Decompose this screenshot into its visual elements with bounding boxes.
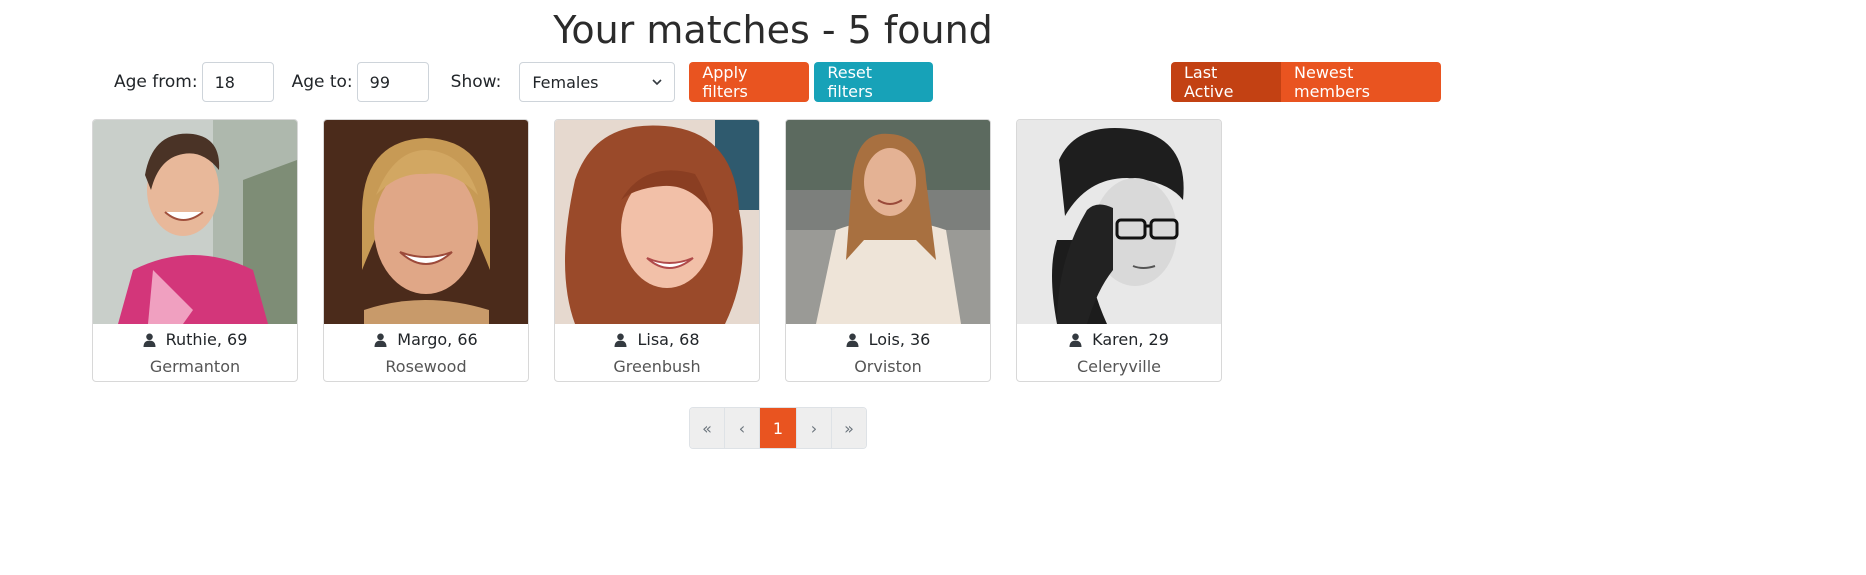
match-city: Celeryville bbox=[1077, 357, 1161, 376]
user-icon bbox=[143, 333, 156, 347]
pagination-last[interactable]: » bbox=[832, 408, 866, 448]
show-select-value: Females bbox=[532, 72, 599, 92]
sort-newest-members-button[interactable]: Newest members bbox=[1281, 62, 1441, 102]
match-name: Margo, 66 bbox=[397, 330, 478, 349]
pagination: « ‹ 1 › » bbox=[689, 407, 867, 449]
profile-photo bbox=[93, 120, 297, 324]
pagination-prev[interactable]: ‹ bbox=[725, 408, 760, 448]
profile-photo bbox=[324, 120, 528, 324]
matches-list: Ruthie, 69 Germanton Margo, 66 Rosewood … bbox=[92, 119, 1222, 382]
filter-bar: Age from: 18 Age to: 99 Show: Females Ap… bbox=[114, 62, 934, 102]
pagination-next[interactable]: › bbox=[797, 408, 832, 448]
match-card[interactable]: Lois, 36 Orviston bbox=[785, 119, 991, 382]
page-title: Your matches - 5 found bbox=[553, 8, 993, 52]
show-select[interactable]: Females bbox=[519, 62, 676, 102]
age-from-input[interactable]: 18 bbox=[201, 62, 274, 102]
match-name: Ruthie, 69 bbox=[165, 330, 248, 349]
chevron-down-icon bbox=[652, 79, 662, 86]
sort-toggle-group: Last Active Newest members bbox=[1171, 62, 1441, 102]
match-city: Greenbush bbox=[613, 357, 701, 376]
match-card[interactable]: Ruthie, 69 Germanton bbox=[92, 119, 298, 382]
age-to-input[interactable]: 99 bbox=[356, 62, 429, 102]
sort-last-active-button[interactable]: Last Active bbox=[1171, 62, 1281, 102]
profile-photo bbox=[555, 120, 759, 324]
match-name: Lisa, 68 bbox=[637, 330, 700, 349]
match-name: Karen, 29 bbox=[1092, 330, 1169, 349]
match-card[interactable]: Margo, 66 Rosewood bbox=[323, 119, 529, 382]
profile-photo bbox=[1017, 120, 1221, 324]
reset-filters-button[interactable]: Reset filters bbox=[814, 62, 934, 102]
pagination-first[interactable]: « bbox=[690, 408, 725, 448]
user-icon bbox=[614, 333, 627, 347]
match-card[interactable]: Karen, 29 Celeryville bbox=[1016, 119, 1222, 382]
pagination-page-1[interactable]: 1 bbox=[760, 408, 797, 448]
match-name: Lois, 36 bbox=[868, 330, 931, 349]
page: Your matches - 5 found Age from: 18 Age … bbox=[0, 0, 1866, 575]
show-label: Show: bbox=[450, 72, 502, 92]
profile-photo bbox=[786, 120, 990, 324]
match-city: Orviston bbox=[854, 357, 922, 376]
user-icon bbox=[374, 333, 387, 347]
match-card[interactable]: Lisa, 68 Greenbush bbox=[554, 119, 760, 382]
apply-filters-button[interactable]: Apply filters bbox=[689, 62, 810, 102]
age-from-label: Age from: bbox=[114, 72, 198, 92]
age-to-label: Age to: bbox=[291, 72, 353, 92]
match-city: Germanton bbox=[149, 357, 241, 376]
user-icon bbox=[1069, 333, 1082, 347]
user-icon bbox=[846, 333, 859, 347]
match-city: Rosewood bbox=[385, 357, 467, 376]
